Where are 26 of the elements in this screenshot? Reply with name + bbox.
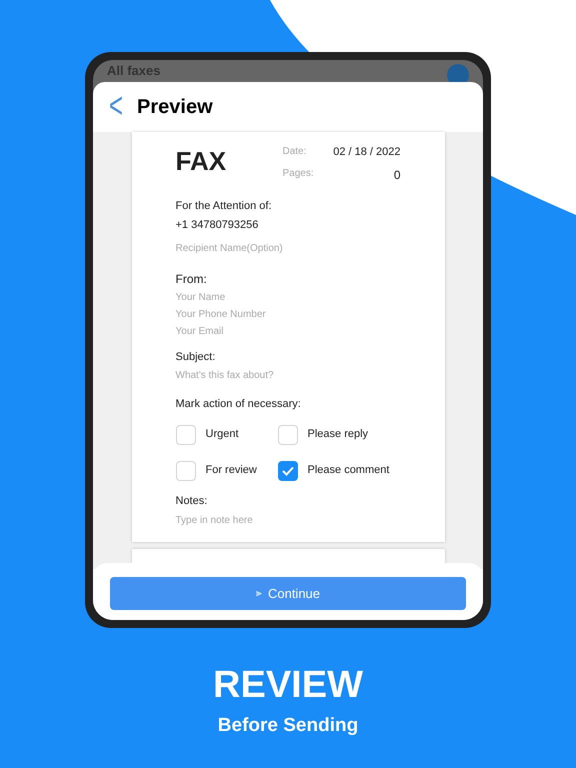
fax-number: +1 34780793256	[176, 218, 260, 233]
headline: REVIEW	[213, 666, 363, 704]
pages-value: 0	[392, 166, 400, 184]
checkbox-label: Please reply	[308, 427, 368, 442]
subject-field[interactable]: What's this fax about?	[176, 368, 400, 383]
date-value: 02 / 18 / 2022	[332, 145, 400, 160]
pages-label: Pages:	[282, 166, 315, 180]
sender-field[interactable]: Your Name	[176, 290, 400, 304]
back-button[interactable]: <	[109, 89, 124, 125]
fax-title: FAX	[176, 148, 226, 178]
checkbox-label: Urgent	[206, 427, 239, 442]
subheadline: Before Sending	[218, 714, 358, 738]
checkbox-label: For review	[206, 463, 257, 478]
continue-button[interactable]: ⫸ Continue	[110, 577, 466, 610]
subject-label: Subject:	[176, 350, 216, 364]
sender-field[interactable]: Your Phone Number	[176, 306, 400, 322]
date-label: Date:	[282, 145, 308, 159]
attention-label: For the Attention of:	[176, 198, 273, 214]
sender-field[interactable]: Your Email	[176, 324, 400, 338]
notes-field[interactable]: Type in note here	[176, 513, 400, 528]
page-title: Preview	[137, 95, 213, 120]
recipient-field[interactable]: Recipient Name(Option)	[176, 240, 400, 256]
from-label: From:	[176, 270, 208, 288]
actions-label: Mark action of necessary:	[176, 397, 302, 412]
checkbox-label: Please comment	[308, 463, 390, 478]
notes-label: Notes:	[176, 494, 208, 508]
